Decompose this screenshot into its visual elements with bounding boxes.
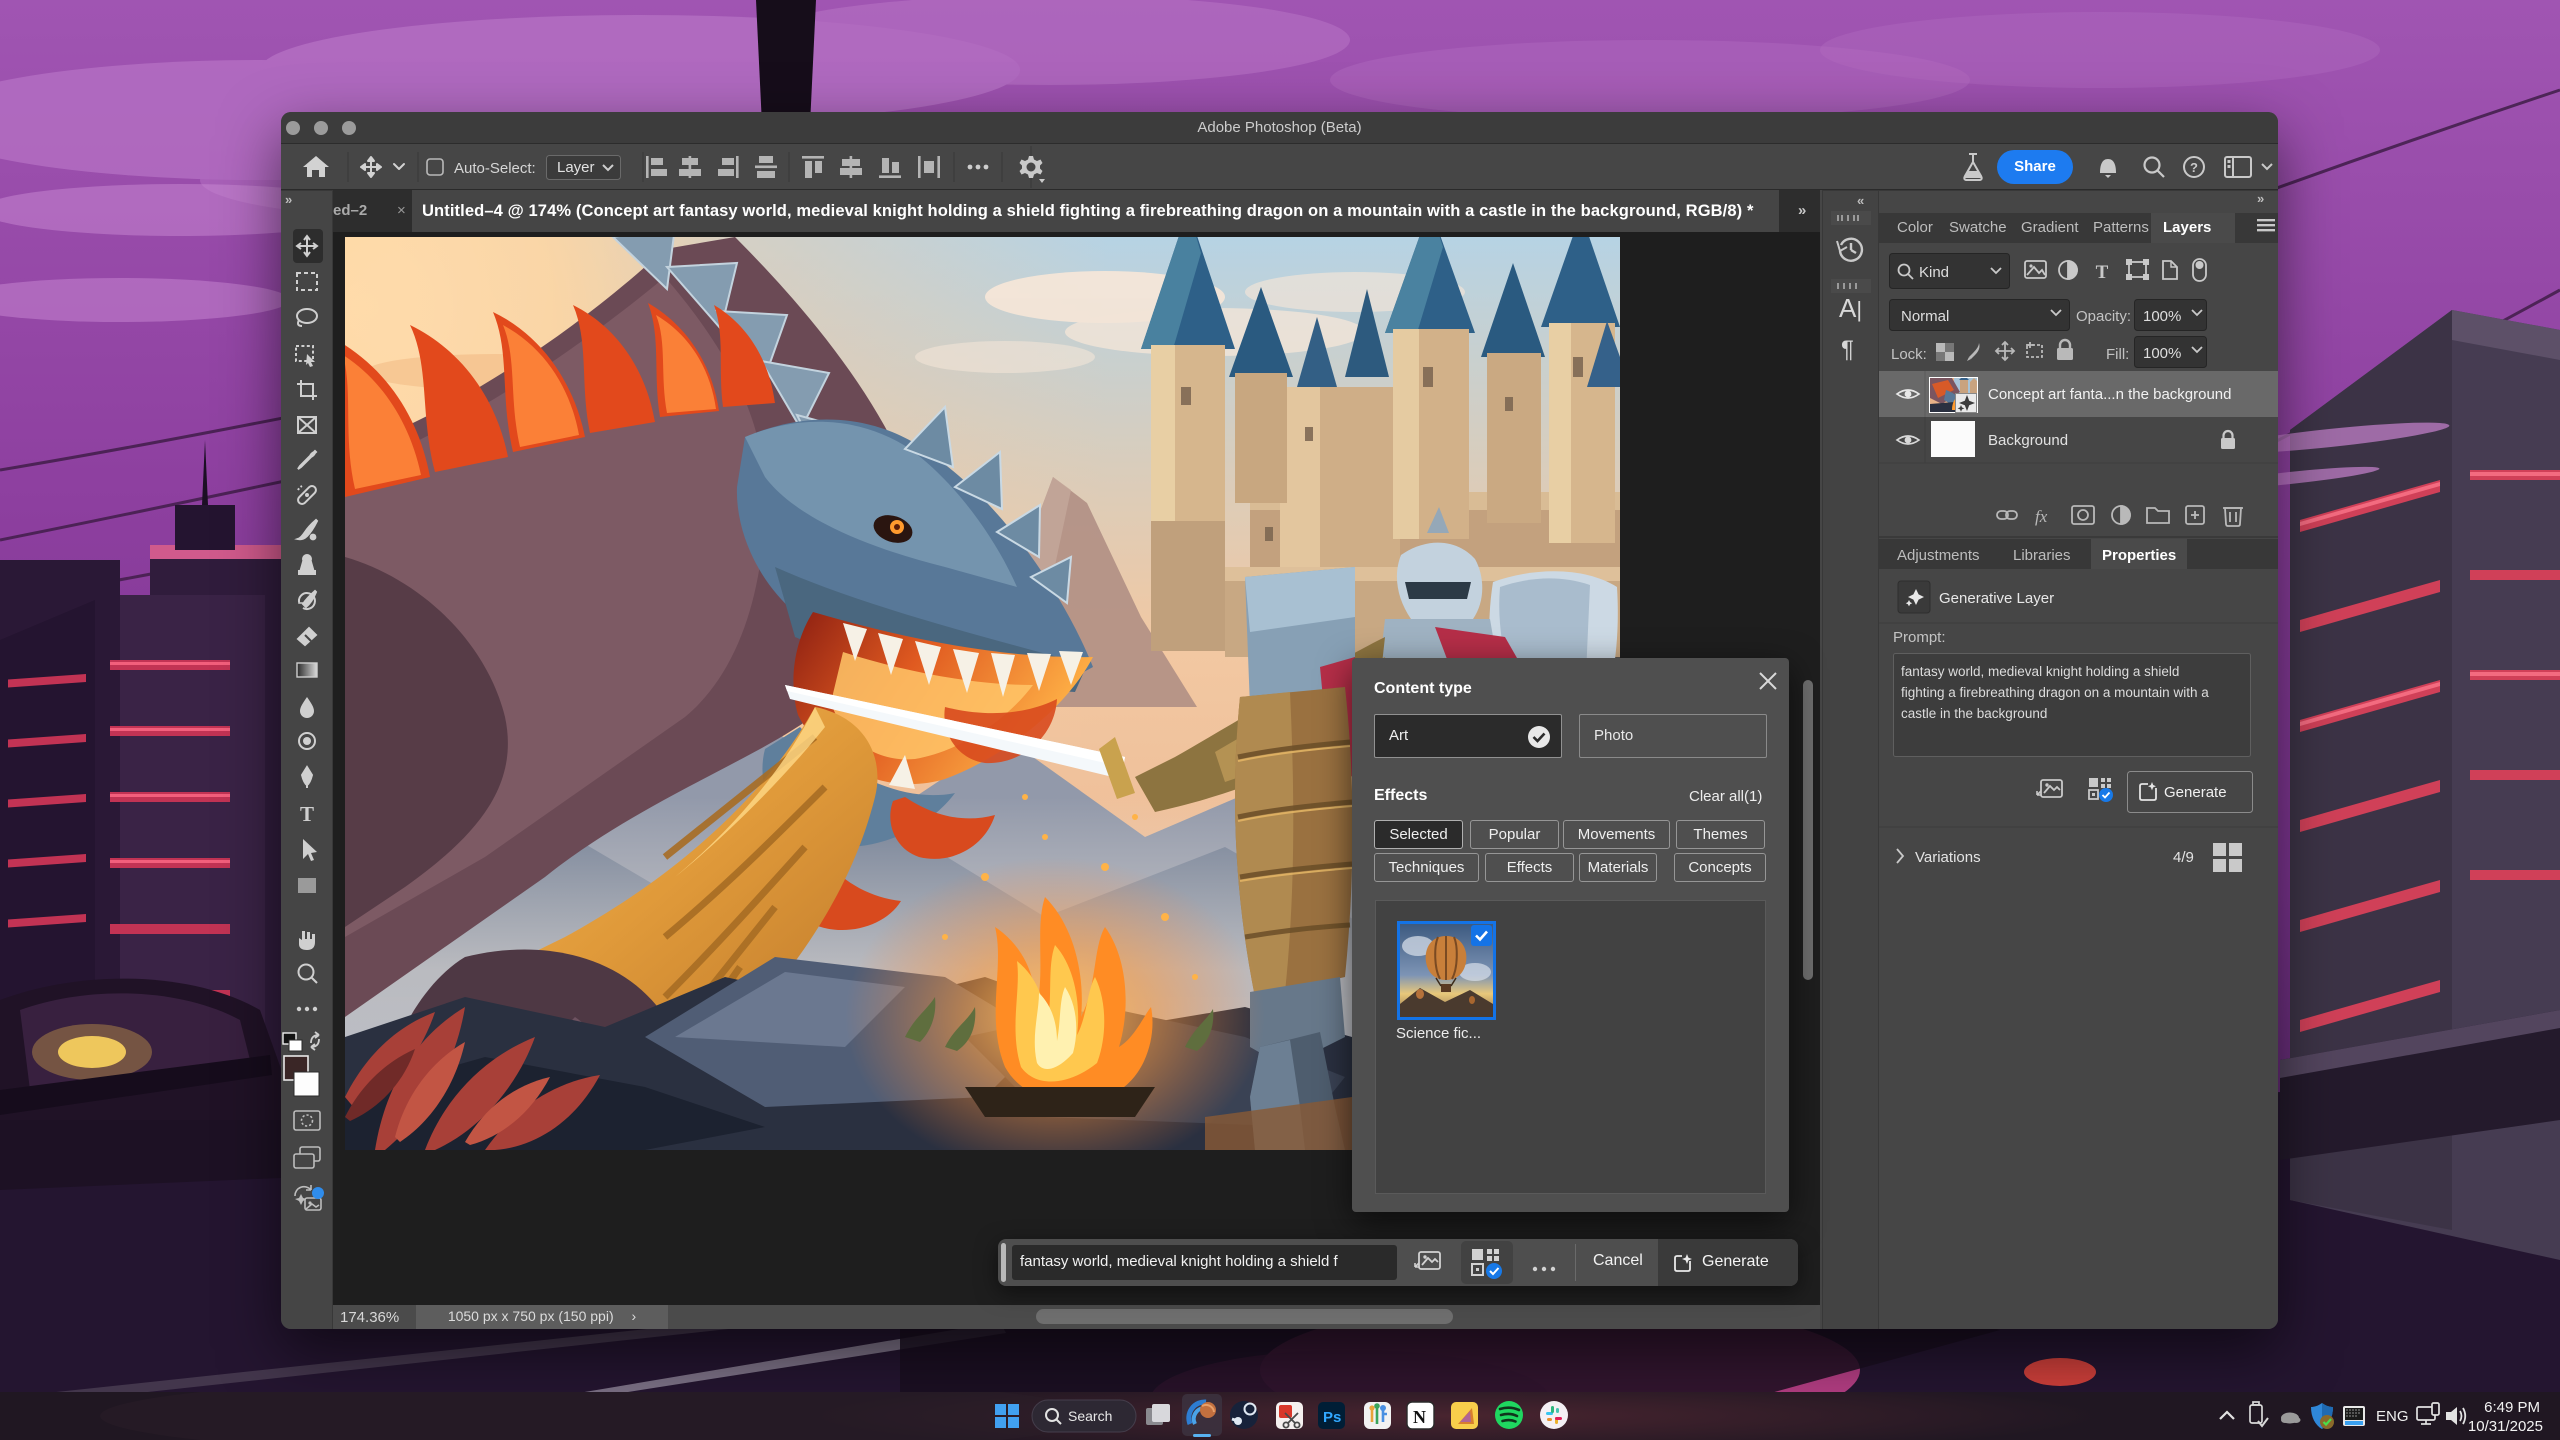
- svg-text:Generate: Generate: [2164, 784, 2227, 801]
- svg-text:»: »: [285, 192, 292, 207]
- svg-text:T: T: [300, 802, 314, 826]
- svg-text:100%: 100%: [2143, 308, 2181, 325]
- svg-text:Variations: Variations: [1915, 849, 1981, 866]
- svg-text:N: N: [1413, 1407, 1426, 1427]
- svg-text:Lock:: Lock:: [1891, 346, 1927, 363]
- svg-text:T: T: [2096, 262, 2109, 283]
- svg-text:¶: ¶: [1841, 336, 1854, 363]
- svg-text:Prompt:: Prompt:: [1893, 629, 1946, 646]
- svg-text:100%: 100%: [2143, 345, 2181, 362]
- svg-text:fantasy world, medieval knight: fantasy world, medieval knight holding a…: [1901, 664, 2179, 679]
- svg-text:Kind: Kind: [1919, 264, 1949, 281]
- svg-text:fx: fx: [2035, 507, 2048, 526]
- svg-text:4/9: 4/9: [2173, 849, 2194, 866]
- svg-text:«: «: [1857, 193, 1864, 208]
- svg-text:Libraries: Libraries: [2013, 547, 2071, 564]
- svg-text:Normal: Normal: [1901, 308, 1949, 325]
- svg-text:ENG: ENG: [2376, 1408, 2409, 1425]
- svg-text:castle in the background: castle in the background: [1901, 706, 2047, 721]
- svg-text:Fill:: Fill:: [2106, 346, 2129, 363]
- svg-text:Properties: Properties: [2102, 547, 2176, 564]
- svg-text:6:49 PM: 6:49 PM: [2484, 1399, 2540, 1416]
- svg-text:fighting a firebreathing drago: fighting a firebreathing dragon on a mou…: [1901, 685, 2209, 700]
- svg-text:Search: Search: [1068, 1408, 1112, 1424]
- svg-text:10/31/2025: 10/31/2025: [2468, 1418, 2543, 1435]
- svg-text:Generative Layer: Generative Layer: [1939, 590, 2054, 607]
- svg-text:Adjustments: Adjustments: [1897, 547, 1980, 564]
- svg-text:Opacity:: Opacity:: [2076, 308, 2131, 325]
- svg-text:?: ?: [2190, 160, 2198, 175]
- svg-text:Background: Background: [1988, 432, 2068, 449]
- svg-text:Ps: Ps: [1323, 1409, 1341, 1426]
- svg-text:Layer: Layer: [557, 159, 595, 176]
- svg-text:Auto-Select:: Auto-Select:: [454, 160, 536, 177]
- svg-text:A|: A|: [1839, 293, 1862, 323]
